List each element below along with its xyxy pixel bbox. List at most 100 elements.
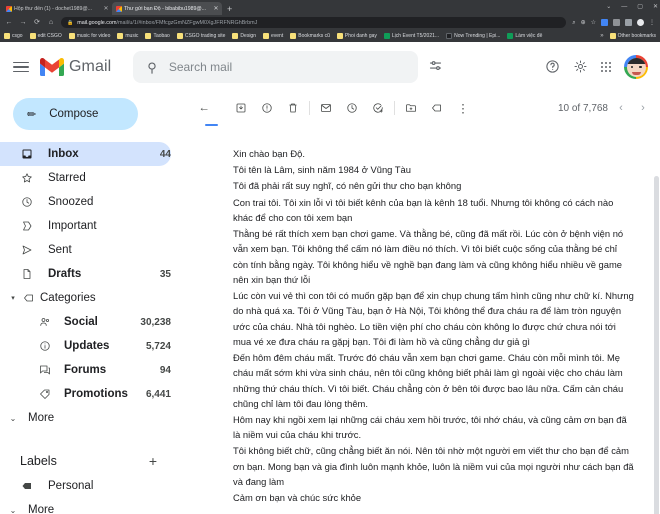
move-to-icon[interactable]: [398, 95, 424, 121]
bookmark-label: Design: [240, 33, 256, 39]
folder-icon: [176, 33, 183, 39]
sidebar-item-categories[interactable]: ▾ Categories: [0, 286, 171, 310]
home-icon[interactable]: ⌂: [47, 19, 55, 26]
other-bookmarks-label: Other bookmarks: [617, 33, 656, 39]
sidebar-item-forums[interactable]: Forums 94: [0, 358, 171, 382]
sidebar-item-label: Important: [48, 220, 97, 232]
bookmark-item[interactable]: music for video: [68, 33, 111, 39]
minimize-button[interactable]: —: [621, 4, 627, 10]
browser-menu-icon[interactable]: ⋮: [649, 20, 655, 26]
sidebar-item-social[interactable]: Social 30,238: [0, 310, 171, 334]
search-icon: ⚲: [147, 59, 157, 75]
message-actions: ↰ Reply ↱ Forward: [233, 506, 634, 514]
add-to-tasks-icon[interactable]: [365, 95, 391, 121]
bookmark-item[interactable]: Now Trending | Epi...: [446, 33, 500, 39]
gmail-wordmark: Gmail: [69, 58, 112, 75]
tab-close-icon[interactable]: ✕: [213, 5, 219, 12]
zoom-icon[interactable]: ⌕: [572, 20, 575, 26]
close-window-button[interactable]: ✕: [653, 4, 658, 10]
bookmark-item[interactable]: CSGO trading site: [176, 33, 225, 39]
install-app-icon[interactable]: ⊕: [581, 20, 586, 26]
extension-icon-2[interactable]: [625, 19, 632, 26]
browser-tab-2[interactable]: Thư gửi bạn Độ - bibabibu1989@... ✕: [112, 2, 222, 15]
bookmark-item[interactable]: Làm việc đê: [507, 33, 542, 39]
next-message-icon[interactable]: ›: [632, 97, 654, 119]
send-icon: [20, 244, 34, 256]
delete-icon[interactable]: [280, 95, 306, 121]
help-icon[interactable]: [545, 59, 560, 76]
chevron-down-icon[interactable]: ⌄: [606, 4, 611, 10]
sidebar-item-labels-more[interactable]: ⌄ More: [0, 498, 171, 514]
vertical-scrollbar[interactable]: [654, 176, 659, 514]
back-to-inbox-button[interactable]: ←: [191, 95, 217, 121]
browser-tab-1[interactable]: Hộp thư đến (1) - dochet1989@... ✕: [2, 2, 112, 15]
gmail-app: Gmail ⚲ Search mail ✏ Compose Inbox 44 S…: [0, 42, 660, 514]
sidebar-item-starred[interactable]: Starred: [0, 166, 171, 190]
sidebar-item-snoozed[interactable]: Snoozed: [0, 190, 171, 214]
avatar-eye-right: [639, 65, 642, 69]
main-menu-icon[interactable]: [8, 54, 34, 80]
bookmark-item[interactable]: Phoi danh gay: [336, 33, 377, 39]
extension-icon-1[interactable]: [601, 19, 608, 26]
bookmark-item[interactable]: event: [263, 33, 283, 39]
sidebar-item-sent[interactable]: Sent: [0, 238, 171, 262]
bookmark-star-icon[interactable]: ☆: [591, 20, 596, 26]
label-icon[interactable]: [424, 95, 450, 121]
bookmark-item[interactable]: Bookmarks cũ: [290, 33, 330, 39]
bookmark-label: Now Trending | Epi...: [454, 33, 501, 39]
avatar[interactable]: [624, 55, 648, 79]
archive-icon[interactable]: [228, 95, 254, 121]
extension-puzzle-icon[interactable]: [613, 19, 620, 26]
labels-title: Labels: [20, 454, 57, 468]
gmail-m-icon: [40, 58, 64, 76]
bookmark-item[interactable]: csgo: [4, 33, 23, 39]
add-label-icon[interactable]: +: [149, 454, 157, 468]
forward-icon[interactable]: →: [19, 19, 27, 26]
bookmark-item[interactable]: edit CSGO: [29, 33, 62, 39]
message-count: 10 of 7,768: [557, 102, 608, 114]
pencil-icon: ✏: [27, 108, 37, 121]
bookmark-item[interactable]: Lịch Event T5/2021...: [383, 33, 439, 39]
back-icon[interactable]: ←: [5, 19, 13, 26]
sidebar-item-drafts[interactable]: Drafts 35: [0, 262, 171, 286]
sidebar-item-more[interactable]: ⌄ More: [0, 406, 171, 430]
search-input[interactable]: [168, 60, 405, 74]
bookmark-item[interactable]: music: [117, 33, 138, 39]
sidebar-item-promotions[interactable]: Promotions 6,441: [0, 382, 171, 406]
message-paragraph: Tôi không biết chữ, cũng chẳng biết ăn n…: [233, 445, 634, 487]
other-bookmarks-item[interactable]: Other bookmarks: [609, 33, 656, 39]
google-apps-icon[interactable]: [600, 61, 611, 73]
message-paragraph: Xin chào bạn Độ.: [233, 148, 305, 159]
sidebar-item-personal[interactable]: Personal: [0, 474, 171, 498]
bookmark-label: music for video: [76, 33, 111, 39]
sheets-icon: [383, 33, 390, 39]
compose-button[interactable]: ✏ Compose: [13, 98, 138, 130]
sidebar-item-label: Snoozed: [48, 196, 94, 208]
bookmark-item[interactable]: Design: [232, 33, 256, 39]
sidebar-item-inbox[interactable]: Inbox 44: [0, 142, 171, 166]
reload-icon[interactable]: ⟳: [33, 19, 41, 26]
gmail-logo[interactable]: Gmail: [40, 58, 111, 76]
bookmarks-overflow-icon[interactable]: »: [600, 33, 603, 39]
bookmark-label: edit CSGO: [37, 33, 62, 39]
maximize-button[interactable]: ▢: [637, 4, 643, 10]
sidebar-item-important[interactable]: Important: [0, 214, 171, 238]
search-options-icon[interactable]: [428, 58, 443, 76]
gear-icon[interactable]: [573, 59, 588, 76]
snooze-icon[interactable]: [339, 95, 365, 121]
bookmark-item[interactable]: Taobao: [145, 33, 170, 39]
url-path: /mail/u/1/#inbox/FMfcgzGmNZFgwM0XgJFRFNR…: [116, 19, 258, 26]
address-bar[interactable]: 🔒 mail.google.com/mail/u/1/#inbox/FMfcgz…: [61, 17, 567, 28]
more-options-icon[interactable]: ⋮: [450, 95, 476, 121]
search-box[interactable]: ⚲: [133, 51, 419, 83]
important-icon: [20, 220, 34, 232]
tab-close-icon[interactable]: ✕: [103, 5, 109, 12]
sidebar-item-updates[interactable]: Updates 5,724: [0, 334, 171, 358]
new-tab-button[interactable]: +: [222, 4, 237, 15]
report-spam-icon[interactable]: [254, 95, 280, 121]
previous-message-icon[interactable]: ‹: [610, 97, 632, 119]
bookmark-label: Bookmarks cũ: [298, 33, 330, 39]
profile-avatar-icon[interactable]: [637, 19, 644, 26]
folder-icon: [263, 33, 269, 39]
mark-unread-icon[interactable]: [313, 95, 339, 121]
